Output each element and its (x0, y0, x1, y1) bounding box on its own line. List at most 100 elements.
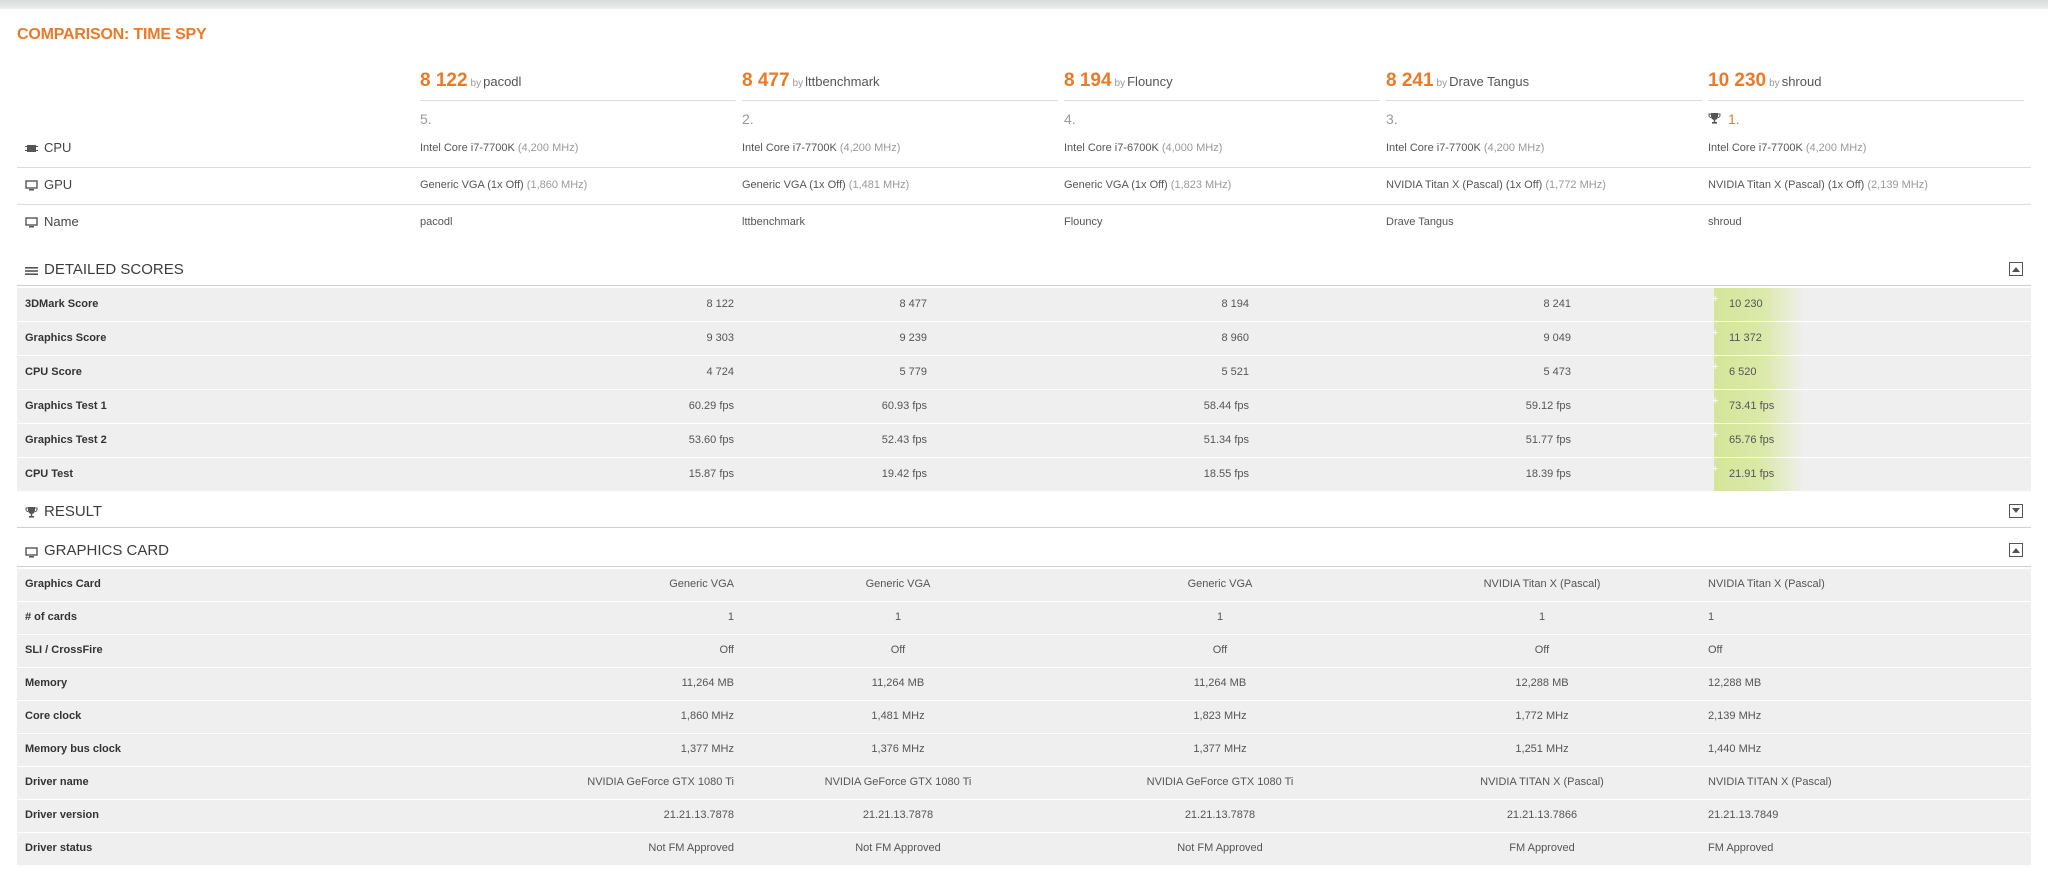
result-rank: 2. (742, 109, 1058, 129)
best-score-value: 65.76 fps (1729, 434, 1775, 446)
score-row: CPU Score 4 724 5 779 5 521 5 473 +6 520 (17, 356, 2031, 390)
score-value: 52.43 fps (881, 434, 927, 446)
result-score[interactable]: 10 230 (1708, 70, 1766, 91)
graphics-value: Off (1708, 644, 1723, 656)
score-value: 8 960 (1221, 332, 1249, 344)
result-score[interactable]: 8 241 (1386, 70, 1434, 91)
monitor-icon (25, 216, 38, 228)
graphics-row-label: Driver name (25, 776, 89, 788)
graphics-value: 2,139 MHz (1708, 710, 1762, 722)
gpu-clock: (1,860 MHz) (526, 179, 588, 191)
graphics-value: NVIDIA TITAN X (Pascal) (1480, 776, 1604, 788)
plus-icon: + (1712, 361, 1719, 373)
score-row: CPU Test 15.87 fps 19.42 fps 18.55 fps 18.39… (17, 458, 2031, 492)
gpu-name: NVIDIA Titan X (Pascal) (1x Off) (1708, 179, 1865, 191)
score-value: 15.87 fps (688, 468, 734, 480)
user-name[interactable]: lttbenchmark (742, 216, 805, 228)
section-title-text: DETAILED SCORES (44, 261, 184, 278)
cpu-value: Intel Core i7-7700K (4,200 MHz) (420, 142, 578, 154)
graphics-value: 1 (1216, 611, 1224, 623)
trophy-icon (25, 506, 38, 518)
best-score-value: 6 520 (1729, 366, 1757, 378)
score-row: Graphics Test 2 53.60 fps 52.43 fps 51.34 f… (17, 424, 2031, 458)
page-title: COMPARISON: TIME SPY (17, 26, 207, 43)
graphics-row: Driver version 21.21.13.7878 21.21.13.7878… (17, 800, 2031, 833)
cpu-chip-icon (25, 142, 38, 153)
graphics-value: 21.21.13.7878 (663, 809, 734, 821)
result-rank: 3. (1386, 109, 1702, 129)
system-label: Name (25, 214, 79, 229)
gpu-name: Generic VGA (1x Off) (742, 179, 846, 191)
result-header: 8 241 by Drave Tangus 3. (1386, 70, 1702, 129)
result-rank: 5. (420, 109, 736, 129)
user-name[interactable]: Flouncy (1064, 216, 1103, 228)
graphics-value: NVIDIA Titan X (Pascal) (1483, 578, 1601, 590)
graphics-value: 11,264 MB (1193, 677, 1247, 689)
system-label: GPU (25, 177, 72, 192)
graphics-value: 21.21.13.7849 (1708, 809, 1779, 821)
graphics-value: Generic VGA (669, 578, 734, 590)
graphics-value: NVIDIA GeForce GTX 1080 Ti (824, 776, 972, 788)
result-header: 8 477 by lttbenchmark 2. (742, 70, 1058, 129)
result-user-link[interactable]: Drave Tangus (1449, 74, 1529, 89)
graphics-value: 1 (894, 611, 902, 623)
graphics-value: Off (890, 644, 906, 656)
score-value: 9 049 (1543, 332, 1571, 344)
score-value: 19.42 fps (881, 468, 927, 480)
graphics-value: 21.21.13.7866 (1506, 809, 1578, 821)
graphics-value: 1,440 MHz (1708, 743, 1762, 755)
collapse-toggle-icon[interactable] (2009, 504, 2023, 518)
score-row-label: Graphics Test 2 (25, 434, 107, 446)
graphics-value: 12,288 MB (1515, 677, 1569, 689)
graphics-row: Core clock 1,860 MHz 1,481 MHz 1,823 MHz 1,7… (17, 701, 2031, 734)
rank-text: 4. (1064, 111, 1076, 127)
cpu-clock: (4,200 MHz) (839, 142, 901, 154)
graphics-value: Generic VGA (1187, 578, 1253, 590)
graphics-row: # of cards 1 1 1 1 1 (17, 602, 2031, 635)
result-user-link[interactable]: Flouncy (1127, 74, 1173, 89)
score-value: 59.12 fps (1525, 400, 1571, 412)
graphics-value: FM Approved (1509, 842, 1575, 854)
score-row: 3DMark Score 8 122 8 477 8 194 8 241 +10 230 (17, 288, 2031, 322)
score-value: 5 779 (899, 366, 927, 378)
score-value: 5 521 (1221, 366, 1249, 378)
section-title: DETAILED SCORES (25, 261, 184, 278)
score-value: 4 724 (706, 366, 734, 378)
result-rank: 4. (1064, 109, 1380, 129)
cpu-clock: (4,000 MHz) (1161, 142, 1223, 154)
detailed-scores-header: DETAILED SCORES (17, 252, 2031, 286)
user-name[interactable]: Drave Tangus (1386, 216, 1454, 228)
result-score[interactable]: 8 122 (420, 70, 468, 91)
list-icon (25, 264, 38, 276)
result-user-link[interactable]: pacodl (483, 74, 521, 89)
system-label-text: Name (44, 214, 79, 229)
result-user-link[interactable]: shroud (1782, 74, 1822, 89)
graphics-value: 11,264 MB (871, 677, 925, 689)
graphics-value: 1,377 MHz (1193, 743, 1247, 755)
user-name[interactable]: pacodl (420, 216, 452, 228)
result-score[interactable]: 8 477 (742, 70, 790, 91)
result-score-line: 10 230 by shroud (1708, 70, 2024, 101)
graphics-value: 21.21.13.7878 (1184, 809, 1256, 821)
result-user-link[interactable]: lttbenchmark (805, 74, 879, 89)
graphics-row: SLI / CrossFire Off Off Off Off Off (17, 635, 2031, 668)
gpu-clock: (2,139 MHz) (1867, 179, 1928, 191)
system-label-text: CPU (44, 140, 72, 155)
score-row-label: 3DMark Score (25, 298, 99, 310)
gpu-clock: (1,481 MHz) (848, 179, 910, 191)
graphics-row: Driver name NVIDIA GeForce GTX 1080 Ti NVI… (17, 767, 2031, 800)
by-label: by (1769, 78, 1780, 89)
user-name[interactable]: shroud (1708, 216, 1742, 228)
score-value: 8 477 (899, 298, 927, 310)
graphics-row-label: # of cards (25, 611, 77, 623)
collapse-toggle-icon[interactable] (2009, 543, 2023, 557)
gpu-clock: (1,823 MHz) (1170, 179, 1232, 191)
graphics-value: Not FM Approved (648, 842, 734, 854)
graphics-row-label: Driver version (25, 809, 99, 821)
result-score[interactable]: 8 194 (1064, 70, 1112, 91)
cpu-name: Intel Core i7-6700K (1064, 142, 1159, 154)
cpu-row: CPU Intel Core i7-7700K (4,200 MHz) Intel … (17, 131, 2031, 168)
cpu-clock: (4,200 MHz) (517, 142, 579, 154)
graphics-row: Memory 11,264 MB 11,264 MB 11,264 MB 12,288 … (17, 668, 2031, 701)
collapse-toggle-icon[interactable] (2009, 262, 2023, 276)
